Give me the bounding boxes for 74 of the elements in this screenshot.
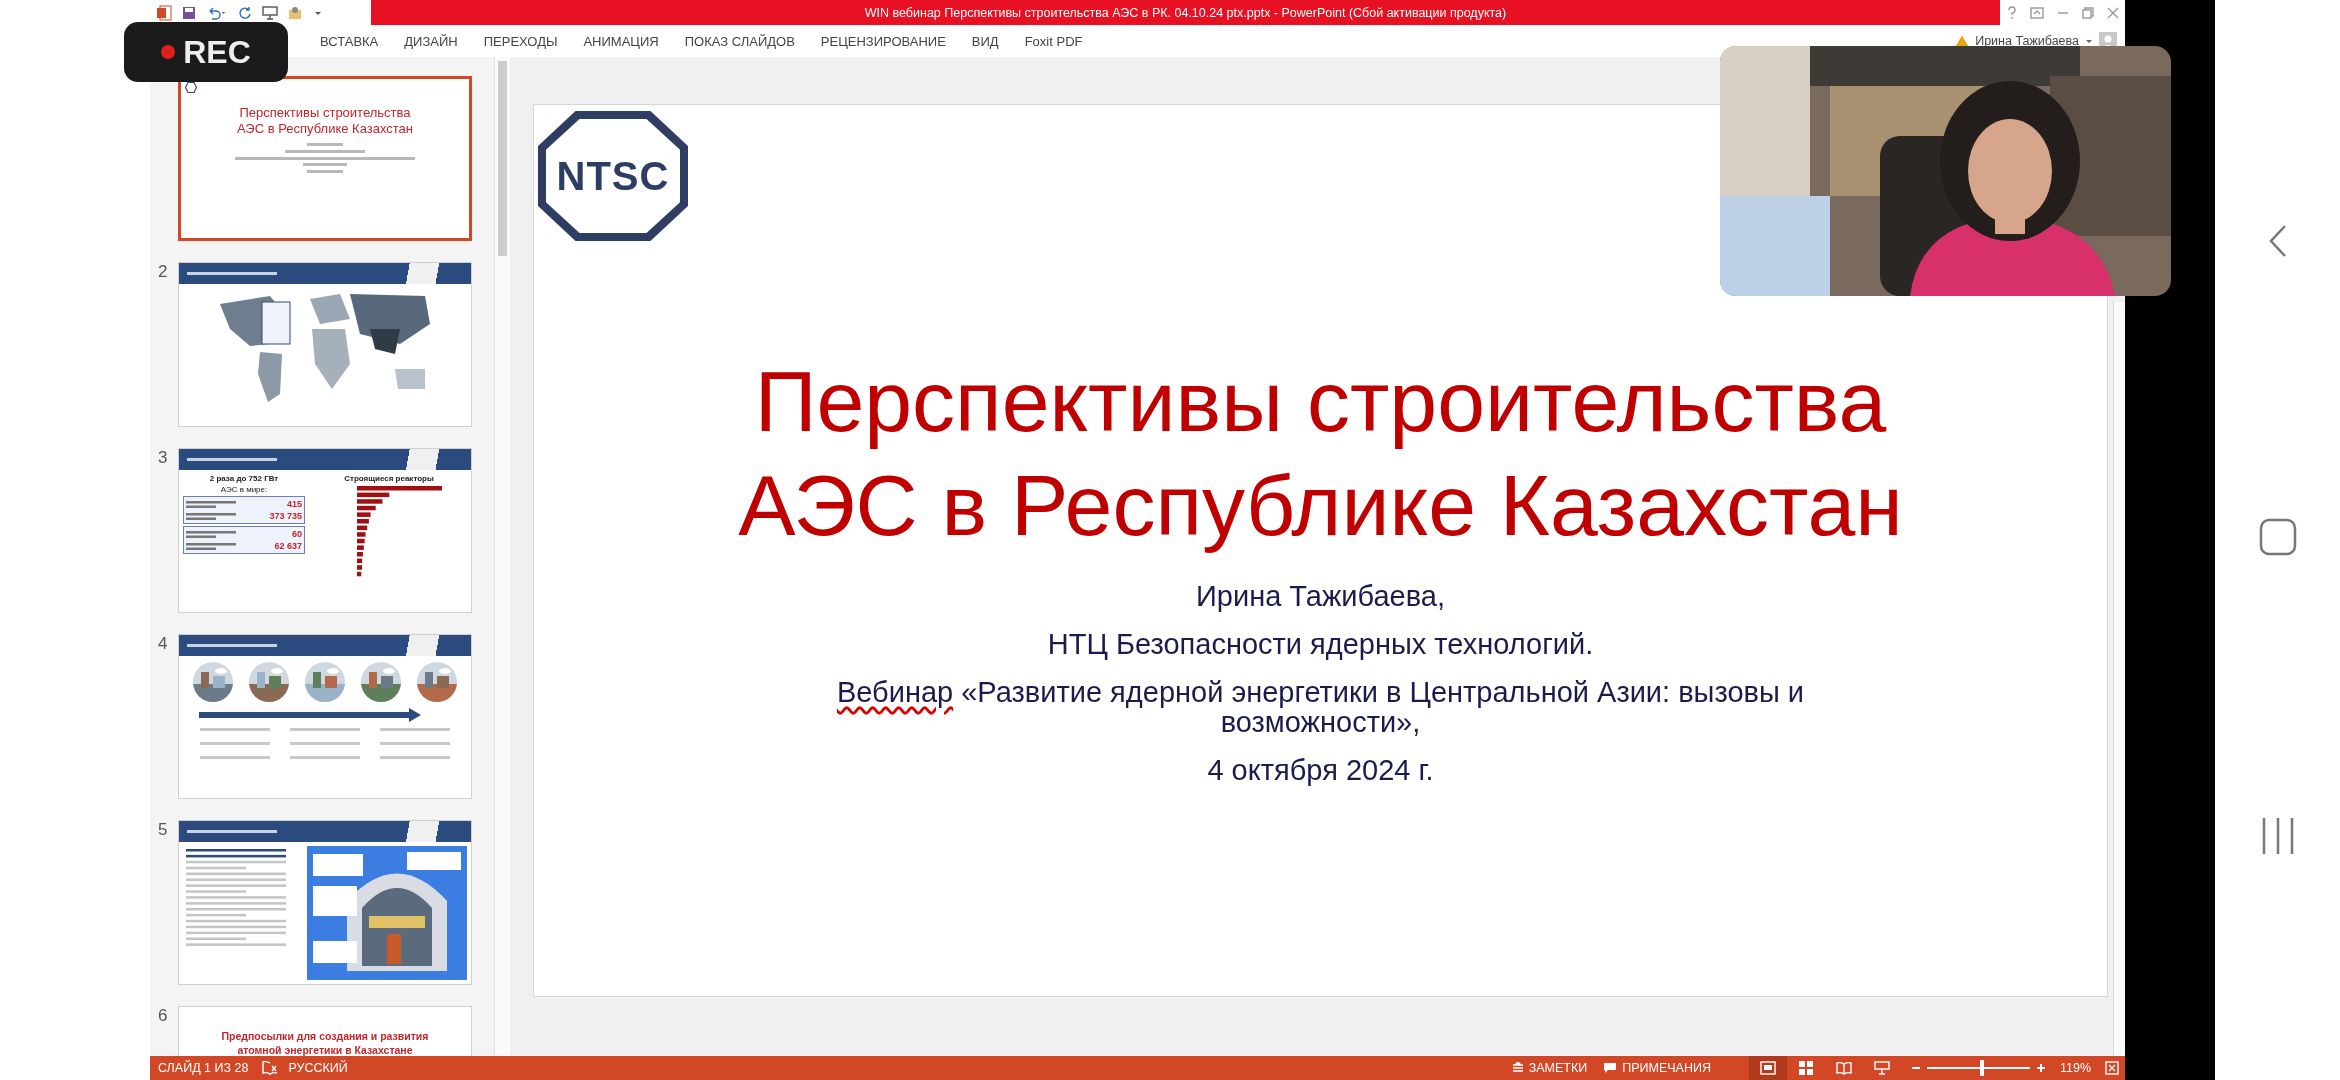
date: 4 октября 2024 г.	[1207, 755, 1434, 785]
slide-title: АЭС в Республике Казахстан	[738, 456, 1903, 555]
logo-text: NTSC	[556, 153, 670, 199]
language[interactable]: РУССКИЙ	[288, 1061, 348, 1075]
slide-thumbnail[interactable]: 2 раза до 752 ГВт АЭС в мире: 415 373 735 60 62 637 Строящиеся реакторы	[178, 448, 472, 613]
close-icon[interactable]	[2106, 6, 2119, 19]
normal-view-icon	[1759, 1061, 1776, 1075]
chart-title: Строящиеся реакторы	[344, 474, 434, 483]
scrollbar[interactable]	[2113, 302, 2125, 1056]
slide-thumbnail[interactable]	[178, 262, 472, 427]
logo-icon	[185, 82, 197, 93]
slide-thumbnail[interactable]: Предпосылки для создания и развития атомной энергетики в Казахстане	[178, 1006, 472, 1056]
presentation-icon[interactable]	[262, 5, 278, 20]
powerpoint-logo-icon	[156, 4, 172, 21]
ribbon-tab[interactable]: ДИЗАЙН	[394, 29, 468, 53]
notes-button[interactable]: ЗАМЕТКИ	[1503, 1061, 1596, 1075]
text-lines-drawing	[186, 512, 236, 520]
help-icon[interactable]	[2006, 5, 2017, 20]
webinar-title: Вебинар «Развитие ядерной энергетики в Центральной Азии: вызовы и возможности»,	[835, 677, 1806, 737]
organization: НТЦ Безопасности ядерных технологий.	[1047, 629, 1594, 659]
thumbnail-subhead: АЭС в мире:	[219, 485, 269, 494]
thumbnail-title: Перспективы строительства	[239, 105, 411, 121]
save-icon[interactable]	[182, 5, 196, 20]
thumbnail-title: АЭС в Республике Казахстан	[236, 121, 414, 137]
fit-to-window-icon[interactable]	[2105, 1061, 2119, 1075]
ribbon-tab[interactable]: ПЕРЕХОДЫ	[473, 29, 568, 53]
zoom-in-icon[interactable]	[2035, 1063, 2046, 1073]
stat-value: 62 637	[274, 541, 302, 551]
thumbnail-title: атомной энергетики в Казахстане	[237, 1043, 413, 1056]
comment-icon	[1603, 1062, 1618, 1074]
slide-number: 6	[158, 1006, 169, 1026]
thumbnail-headline: 2 раза до 752 ГВт	[208, 474, 280, 483]
slide-thumbnail[interactable]	[178, 820, 472, 985]
ribbon-tab[interactable]: АНИМАЦИЯ	[573, 29, 669, 53]
stat-value: 373 735	[269, 511, 302, 521]
ribbon-tab[interactable]: РЕЦЕНЗИРОВАНИЕ	[810, 29, 956, 53]
user-name[interactable]: Ирина Тажибаева	[1975, 34, 2079, 48]
home-icon[interactable]	[2258, 518, 2297, 556]
restore-icon[interactable]	[2081, 6, 2094, 19]
grid-icon	[1798, 1061, 1813, 1075]
projector-icon	[1873, 1061, 1890, 1075]
comments-button[interactable]: ПРИМЕЧАНИЯ	[1595, 1061, 1719, 1075]
thumbnail-title: Предпосылки для создания и развития	[221, 1029, 429, 1043]
slide-number: 4	[158, 634, 169, 654]
scrollbar[interactable]	[494, 57, 510, 1056]
zoom-level[interactable]: 119%	[2059, 1061, 2091, 1075]
window-title: WIN вебинар Перспективы строительства АЭС в РК. 04.10.24 ptx.pptx - PowerPoint (Сбой активации продукта)	[864, 5, 1507, 20]
text-lines-drawing	[186, 542, 236, 550]
text-lines-drawing	[186, 530, 236, 538]
slide-title: Перспективы строительства	[754, 352, 1887, 451]
author-name: Ирина Тажибаева,	[1196, 581, 1445, 611]
redo-icon[interactable]	[238, 5, 252, 20]
spellcheck-icon[interactable]	[262, 1061, 279, 1075]
slide-number: 5	[158, 820, 169, 840]
slide-counter: СЛАЙД 1 ИЗ 28	[158, 1061, 249, 1075]
slide-thumbnail[interactable]: Перспективы строительства АЭС в Республике Казахстан	[178, 76, 472, 241]
ribbon-tab[interactable]: ПОКАЗ СЛАЙДОВ	[674, 29, 805, 53]
stat-value: 60	[292, 529, 302, 539]
ribbon-display-icon[interactable]	[2029, 6, 2044, 19]
slide-thumbnail[interactable]	[178, 634, 472, 799]
touch-mode-icon[interactable]	[288, 5, 304, 20]
recording-label: REC	[183, 33, 251, 71]
slide-number: 2	[158, 262, 169, 282]
slide-number: 3	[158, 448, 169, 468]
notes-icon	[1511, 1062, 1524, 1074]
text-lines-drawing	[186, 500, 236, 508]
view-button[interactable]	[1748, 1056, 1787, 1080]
ribbon-tab[interactable]: ВИД	[961, 29, 1009, 53]
ribbon-tab[interactable]: Foxit PDF	[1014, 29, 1093, 53]
back-icon[interactable]	[2267, 224, 2288, 258]
record-dot-icon	[161, 45, 176, 59]
stat-value: 415	[286, 499, 302, 509]
ribbon-tab[interactable]: ВСТАВКА	[310, 29, 389, 53]
book-icon	[1835, 1061, 1852, 1075]
